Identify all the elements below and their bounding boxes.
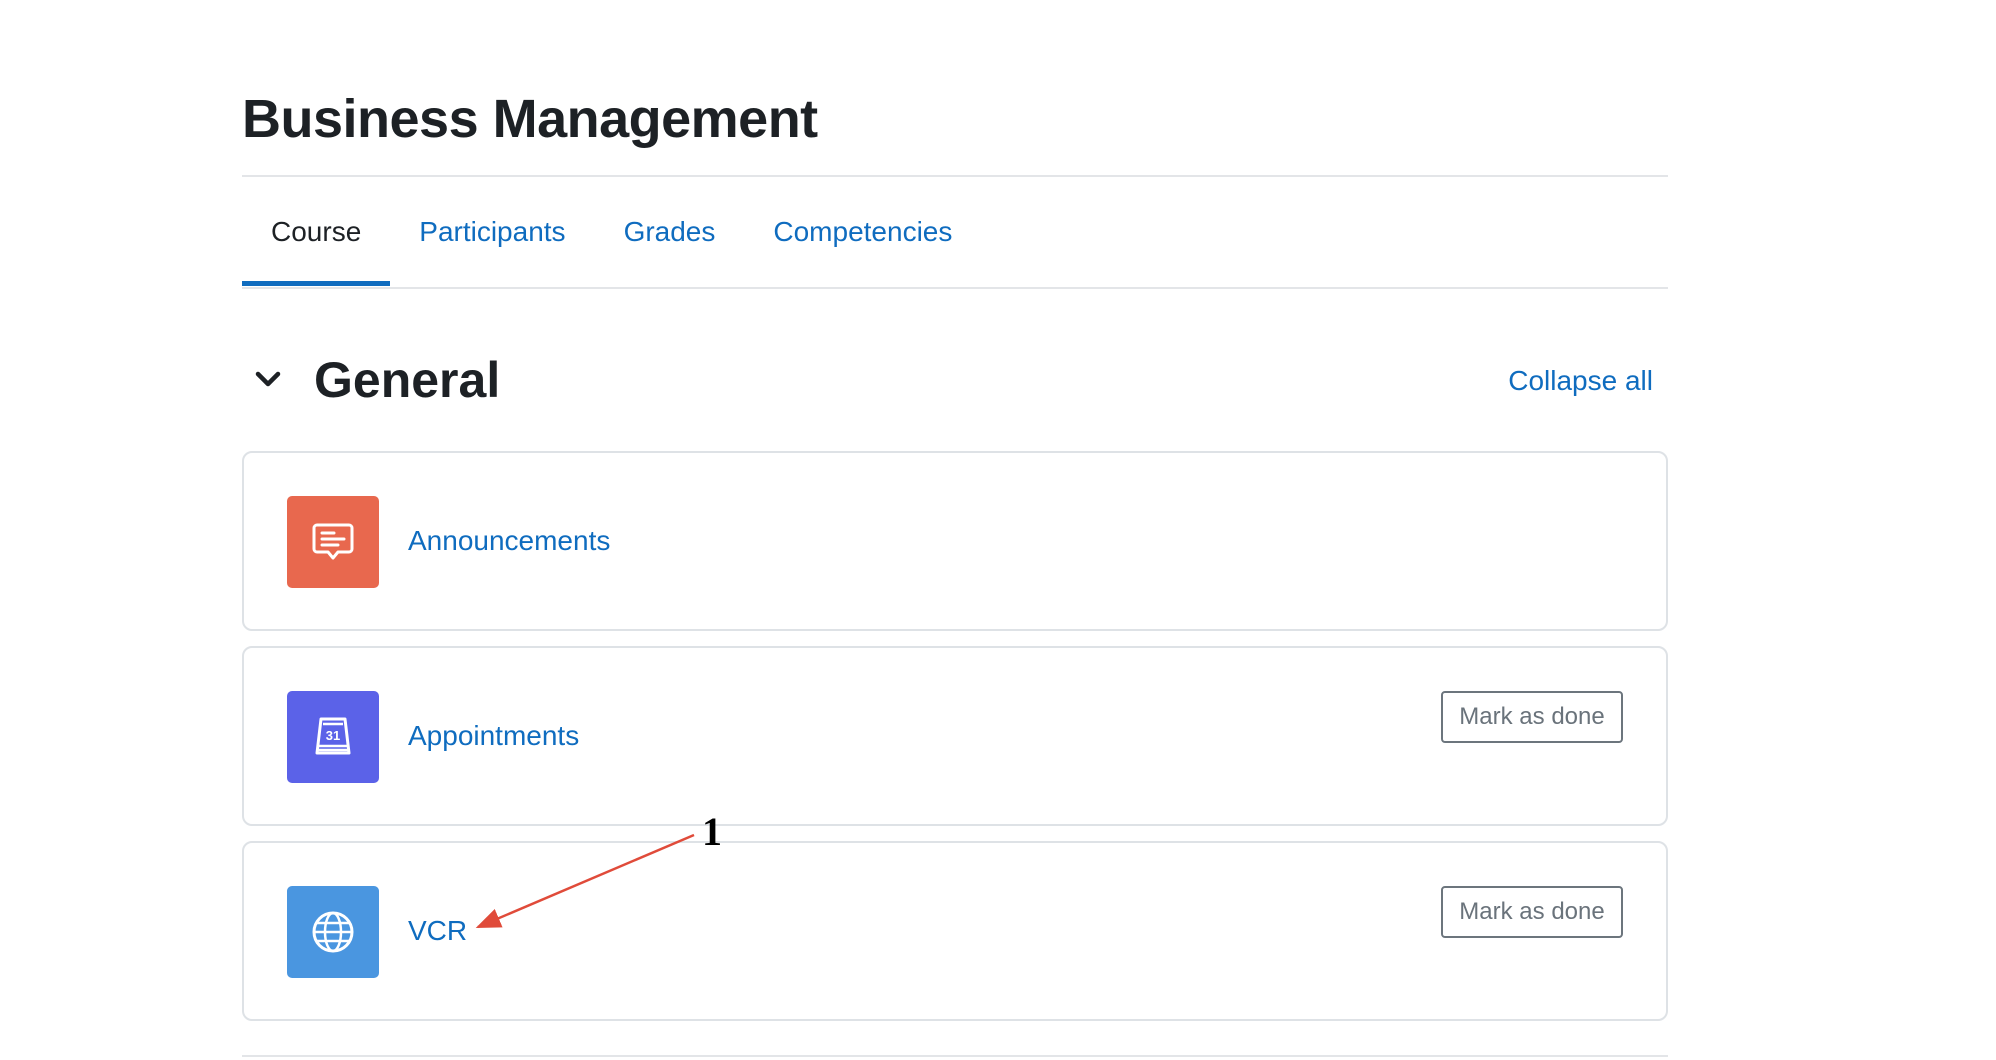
section-header: General Collapse all [242, 345, 1668, 415]
annotation-number: 1 [702, 809, 722, 854]
collapse-all-link[interactable]: Collapse all [1508, 365, 1653, 397]
chevron-down-icon[interactable] [252, 363, 284, 395]
activity-link-vcr[interactable]: VCR [408, 915, 467, 947]
globe-icon [287, 886, 379, 978]
section-bottom-divider [242, 1055, 1668, 1057]
activity-vcr: VCR Mark as done [242, 841, 1668, 1021]
page-title: Business Management [242, 89, 818, 149]
section-title: General [314, 352, 501, 408]
course-tabs: Course Participants Grades Competencies [242, 178, 981, 286]
course-page: Business Management Course Participants … [0, 0, 1996, 1060]
calendar-icon: 31 [287, 691, 379, 783]
mark-as-done-button[interactable]: Mark as done [1441, 886, 1623, 938]
title-divider [242, 175, 1668, 177]
activity-announcements: Announcements [242, 451, 1668, 631]
tab-competencies[interactable]: Competencies [744, 178, 981, 286]
activity-link-announcements[interactable]: Announcements [408, 525, 610, 557]
activity-link-appointments[interactable]: Appointments [408, 720, 579, 752]
activity-appointments: 31 Appointments Mark as done [242, 646, 1668, 826]
svg-text:31: 31 [326, 728, 340, 743]
tab-grades[interactable]: Grades [595, 178, 745, 286]
tabs-divider [242, 287, 1668, 289]
tab-participants[interactable]: Participants [390, 178, 594, 286]
tab-course[interactable]: Course [242, 178, 391, 286]
mark-as-done-button[interactable]: Mark as done [1441, 691, 1623, 743]
forum-icon [287, 496, 379, 588]
